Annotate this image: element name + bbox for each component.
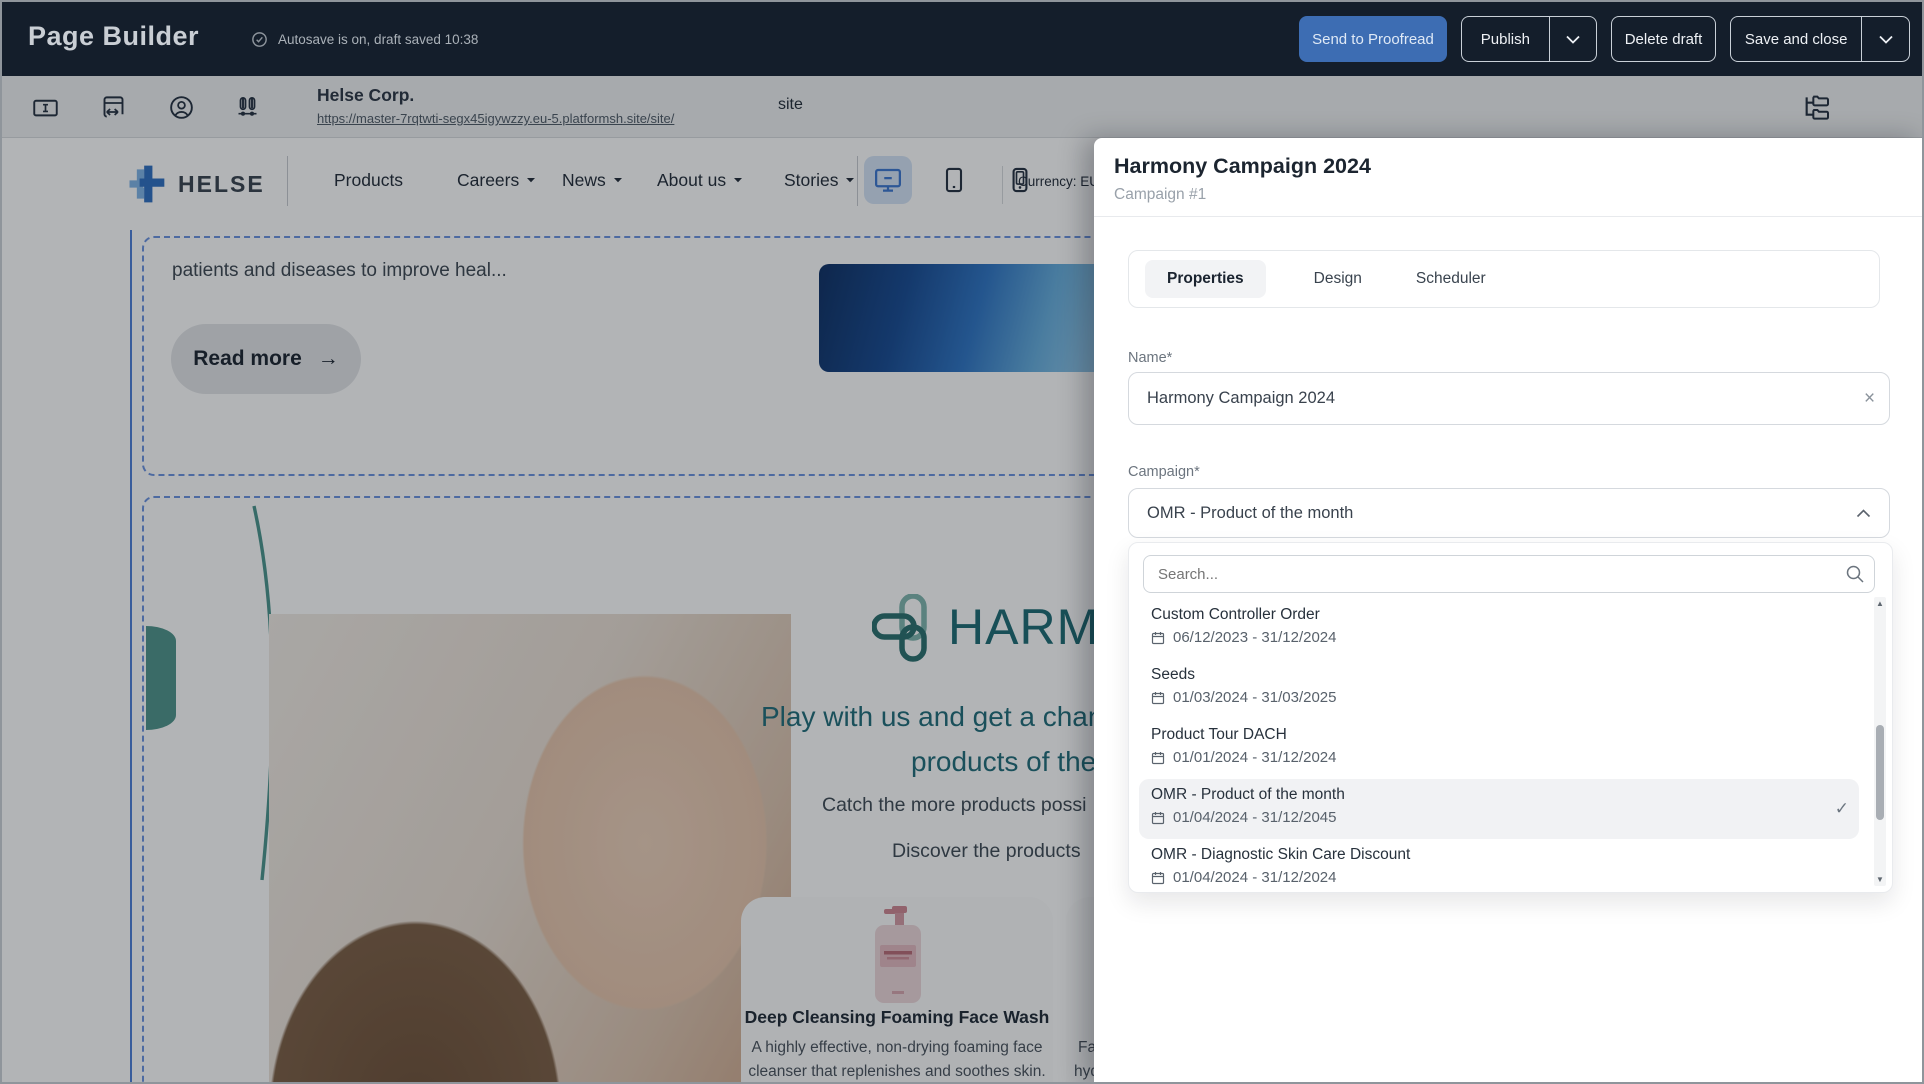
search-input[interactable] [1143,555,1875,593]
panel-subtitle: Campaign #1 [1114,186,1206,204]
scroll-down-icon[interactable]: ▼ [1874,875,1886,884]
tab-scheduler[interactable]: Scheduler [1410,260,1492,298]
list-item[interactable]: Custom Controller Order 06/12/2023 - 31/… [1139,599,1859,659]
name-field[interactable] [1128,372,1890,425]
campaign-options-list: Custom Controller Order 06/12/2023 - 31/… [1139,599,1859,893]
topbar: Page Builder Autosave is on, draft saved… [2,2,1922,76]
chevron-up-icon [1856,509,1871,518]
campaign-field-label: Campaign* [1128,464,1200,480]
list-item[interactable]: Product Tour DACH 01/01/2024 - 31/12/202… [1139,719,1859,779]
app-title: Page Builder [28,21,199,52]
campaign-select[interactable]: OMR - Product of the month [1128,488,1890,538]
calendar-icon [1151,811,1165,825]
publish-label[interactable]: Publish [1462,17,1549,61]
panel-title: Harmony Campaign 2024 [1114,154,1371,179]
list-item[interactable]: Seeds 01/03/2024 - 31/03/2025 [1139,659,1859,719]
panel-tabs: Properties Design Scheduler [1128,250,1880,308]
check-icon: ✓ [1835,799,1849,819]
calendar-icon [1151,871,1165,885]
divider [1094,216,1924,217]
scrollbar-thumb[interactable] [1876,725,1884,820]
send-to-proofread-button[interactable]: Send to Proofread [1299,16,1447,62]
dropdown-search [1143,555,1875,593]
calendar-icon [1151,751,1165,765]
scroll-up-icon[interactable]: ▲ [1874,599,1886,608]
campaign-dropdown: Custom Controller Order 06/12/2023 - 31/… [1128,542,1893,893]
publish-button[interactable]: Publish [1461,16,1597,62]
calendar-icon [1151,631,1165,645]
dropdown-scrollbar[interactable]: ▲ ▼ [1874,597,1886,886]
autosave-check-icon [250,30,269,49]
name-field-label: Name* [1128,350,1172,366]
save-and-close-button[interactable]: Save and close [1730,16,1910,62]
save-and-close-label[interactable]: Save and close [1731,17,1861,61]
clear-name-icon[interactable]: × [1864,388,1875,410]
tab-properties[interactable]: Properties [1145,260,1266,298]
autosave-status: Autosave is on, draft saved 10:38 [250,30,478,49]
calendar-icon [1151,691,1165,705]
search-icon [1845,564,1865,584]
chevron-down-icon[interactable] [1862,17,1909,61]
tab-design[interactable]: Design [1308,260,1368,298]
delete-draft-button[interactable]: Delete draft [1611,16,1716,62]
chevron-down-icon[interactable] [1550,17,1596,61]
autosave-text: Autosave is on, draft saved 10:38 [278,32,478,47]
list-item[interactable]: OMR - Diagnostic Skin Care Discount 01/0… [1139,839,1859,893]
campaign-settings-panel: Harmony Campaign 2024 Campaign #1 Proper… [1094,138,1924,1084]
list-item-selected[interactable]: OMR - Product of the month 01/04/2024 - … [1139,779,1859,839]
app-window: Page Builder Autosave is on, draft saved… [0,0,1924,1084]
campaign-select-value: OMR - Product of the month [1147,504,1353,523]
